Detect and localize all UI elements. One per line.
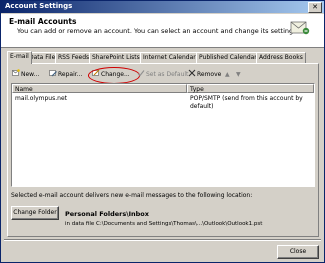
- delivery-folder-path: in data file C:\Documents and Settings\T…: [65, 221, 263, 227]
- account-row-type[interactable]: POP/SMTP (send from this account by defa…: [190, 95, 314, 111]
- new-account-icon: [12, 69, 20, 76]
- move-down-icon[interactable]: ▼: [236, 69, 241, 80]
- repair-icon: [49, 70, 57, 77]
- tab-email[interactable]: E-mail: [7, 51, 32, 64]
- remove-x-icon: [188, 69, 196, 77]
- title-bar: Account Settings ✕: [1, 1, 324, 13]
- window-title: Account Settings: [5, 2, 73, 10]
- header-panel: E-mail Accounts You can add or remove an…: [1, 14, 324, 48]
- move-up-icon[interactable]: ▲: [225, 69, 230, 80]
- tab-sharepoint-lists[interactable]: SharePoint Lists: [89, 52, 143, 63]
- remove-button-label: Remove: [197, 71, 222, 78]
- header-subtitle: You can add or remove an account. You ca…: [17, 27, 299, 35]
- column-header-type[interactable]: Type: [187, 84, 314, 93]
- header-title: E-mail Accounts: [9, 17, 77, 26]
- delivery-folder: Personal Folders\Inbox: [65, 210, 149, 218]
- tab-rss-feeds[interactable]: RSS Feeds: [55, 52, 93, 63]
- title-close-button[interactable]: ✕: [308, 2, 322, 13]
- repair-button[interactable]: Repair...: [49, 69, 82, 80]
- remove-button[interactable]: Remove: [188, 69, 221, 80]
- account-list[interactable]: Name Type mail.olympus.net POP/SMTP (sen…: [11, 83, 315, 187]
- column-header-name[interactable]: Name: [12, 84, 187, 93]
- set-as-default-label: Set as Default: [146, 71, 189, 78]
- close-button[interactable]: Close: [277, 245, 319, 259]
- change-folder-button[interactable]: Change Folder: [11, 206, 59, 220]
- tab-internet-calendars[interactable]: Internet Calendars: [140, 52, 202, 63]
- envelope-icon: [290, 21, 310, 35]
- new-button[interactable]: New...: [12, 69, 39, 80]
- account-row-name[interactable]: mail.olympus.net: [15, 95, 67, 103]
- tab-published-calendars[interactable]: Published Calendars: [196, 52, 263, 63]
- repair-button-label: Repair...: [58, 71, 83, 78]
- highlight-ellipse: [88, 67, 140, 84]
- account-settings-window: Account Settings ✕ E-mail Accounts You c…: [0, 0, 325, 263]
- new-button-label: New...: [21, 71, 40, 78]
- tab-address-books[interactable]: Address Books: [256, 52, 306, 63]
- delivery-note: Selected e-mail account delivers new e-m…: [11, 192, 253, 199]
- footer-separator: [4, 239, 321, 241]
- email-tab-panel: New... Repair... Change... Set as Defaul…: [7, 63, 319, 237]
- checkmark-icon: [137, 70, 145, 77]
- set-as-default-button[interactable]: Set as Default: [137, 69, 188, 80]
